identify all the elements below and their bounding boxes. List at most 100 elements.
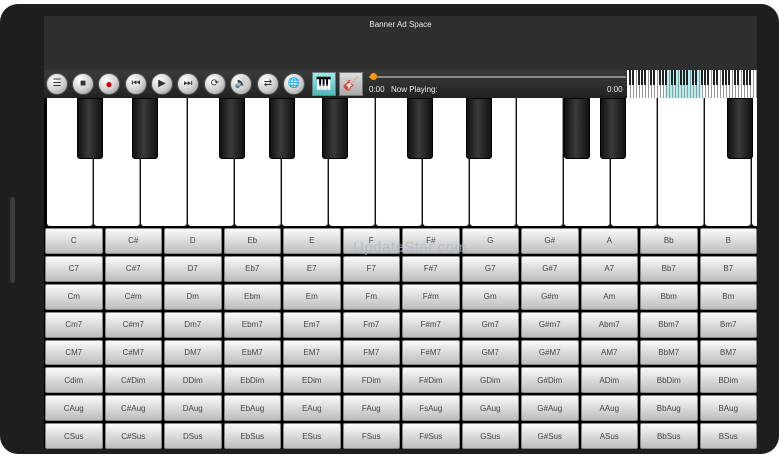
- chord-button[interactable]: G#Sus: [521, 423, 579, 449]
- chord-button[interactable]: A7: [580, 255, 638, 282]
- chord-button[interactable]: Fm7: [342, 311, 400, 338]
- chord-button[interactable]: B: [699, 228, 757, 254]
- chord-button[interactable]: DDim: [164, 367, 222, 394]
- progress-knob[interactable]: [370, 73, 377, 80]
- chord-button[interactable]: FSus: [342, 423, 400, 449]
- chord-button[interactable]: Bb7: [640, 255, 698, 282]
- chord-button[interactable]: F#Sus: [402, 423, 460, 449]
- menu-button[interactable]: ☰: [46, 73, 68, 95]
- chord-button[interactable]: E7: [283, 255, 341, 282]
- chord-button[interactable]: Dm7: [164, 311, 222, 338]
- chord-button[interactable]: FAug: [342, 395, 400, 422]
- chord-button[interactable]: Cdim: [45, 367, 103, 394]
- chord-button[interactable]: BbSus: [640, 423, 698, 449]
- chord-button[interactable]: AM7: [580, 339, 638, 366]
- chord-button[interactable]: Gm: [461, 283, 519, 310]
- black-key[interactable]: [407, 98, 433, 159]
- chord-button[interactable]: C7: [45, 255, 103, 282]
- chord-button[interactable]: EbM7: [223, 339, 281, 366]
- chord-button[interactable]: G#m7: [521, 311, 579, 338]
- volume-button[interactable]: 🔊: [230, 73, 252, 95]
- white-key[interactable]: [517, 98, 563, 226]
- chord-button[interactable]: E: [283, 228, 341, 254]
- chord-button[interactable]: F7: [342, 255, 400, 282]
- chord-button[interactable]: BSus: [699, 423, 757, 449]
- white-key[interactable]: [658, 98, 704, 226]
- chord-button[interactable]: Cm7: [45, 311, 103, 338]
- chord-button[interactable]: A: [580, 228, 638, 254]
- chord-button[interactable]: G#Aug: [521, 395, 579, 422]
- chord-button[interactable]: D7: [164, 255, 222, 282]
- chord-button[interactable]: EM7: [283, 339, 341, 366]
- chord-button[interactable]: D: [164, 228, 222, 254]
- black-key[interactable]: [727, 98, 753, 159]
- chord-button[interactable]: C#Aug: [104, 395, 162, 422]
- loop-button[interactable]: ⟳: [204, 73, 226, 95]
- chord-button[interactable]: BDim: [699, 367, 757, 394]
- chord-button[interactable]: BbDim: [640, 367, 698, 394]
- black-key[interactable]: [600, 98, 626, 159]
- chord-button[interactable]: CAug: [45, 395, 103, 422]
- black-key[interactable]: [269, 98, 295, 159]
- chord-button[interactable]: C: [45, 228, 103, 254]
- black-key[interactable]: [322, 98, 348, 159]
- chord-button[interactable]: Eb7: [223, 255, 281, 282]
- chord-button[interactable]: ASus: [580, 423, 638, 449]
- chord-button[interactable]: C#M7: [104, 339, 162, 366]
- chord-button[interactable]: Ebm7: [223, 311, 281, 338]
- chord-button[interactable]: Dm: [164, 283, 222, 310]
- chord-button[interactable]: CSus: [45, 423, 103, 449]
- chord-button[interactable]: BM7: [699, 339, 757, 366]
- chord-button[interactable]: GAug: [461, 395, 519, 422]
- chord-button[interactable]: F#M7: [402, 339, 460, 366]
- chord-button[interactable]: DSus: [164, 423, 222, 449]
- chord-button[interactable]: BbAug: [640, 395, 698, 422]
- chord-button[interactable]: EAug: [283, 395, 341, 422]
- chord-button[interactable]: Bm7: [699, 311, 757, 338]
- chord-button[interactable]: F#m7: [402, 311, 460, 338]
- chord-button[interactable]: C#Sus: [104, 423, 162, 449]
- rewind-button[interactable]: ⏮: [125, 73, 147, 95]
- chord-button[interactable]: GDim: [461, 367, 519, 394]
- chord-button[interactable]: Ebm: [223, 283, 281, 310]
- black-key[interactable]: [219, 98, 245, 159]
- tracks-button[interactable]: ⇄: [257, 73, 279, 95]
- black-key[interactable]: [466, 98, 492, 159]
- chord-button[interactable]: F#Dim: [402, 367, 460, 394]
- chord-button[interactable]: BbM7: [640, 339, 698, 366]
- chord-button[interactable]: EbDim: [223, 367, 281, 394]
- chord-button[interactable]: BAug: [699, 395, 757, 422]
- chord-button[interactable]: G#: [521, 228, 579, 254]
- chord-button[interactable]: G7: [461, 255, 519, 282]
- stop-button[interactable]: ■: [72, 73, 94, 95]
- chord-button[interactable]: GM7: [461, 339, 519, 366]
- chord-button[interactable]: F#m: [402, 283, 460, 310]
- chord-button[interactable]: F#: [402, 228, 460, 254]
- chord-button[interactable]: Em7: [283, 311, 341, 338]
- chord-button[interactable]: G#Dim: [521, 367, 579, 394]
- chord-button[interactable]: FM7: [342, 339, 400, 366]
- chord-button[interactable]: Cm: [45, 283, 103, 310]
- chord-button[interactable]: FsAug: [402, 395, 460, 422]
- chord-button[interactable]: FDim: [342, 367, 400, 394]
- black-key[interactable]: [132, 98, 158, 159]
- chord-button[interactable]: Bbm: [640, 283, 698, 310]
- chord-button[interactable]: CM7: [45, 339, 103, 366]
- chord-button[interactable]: DM7: [164, 339, 222, 366]
- chord-button[interactable]: C#m: [104, 283, 162, 310]
- chord-button[interactable]: ADim: [580, 367, 638, 394]
- chord-button[interactable]: Eb: [223, 228, 281, 254]
- chord-button[interactable]: Em: [283, 283, 341, 310]
- piano-instrument-button[interactable]: 🎹: [312, 72, 336, 96]
- chord-button[interactable]: C#m7: [104, 311, 162, 338]
- chord-button[interactable]: Fm: [342, 283, 400, 310]
- chord-button[interactable]: C#: [104, 228, 162, 254]
- chord-button[interactable]: GSus: [461, 423, 519, 449]
- chord-button[interactable]: B7: [699, 255, 757, 282]
- chord-button[interactable]: Abm7: [580, 311, 638, 338]
- chord-button[interactable]: Gm7: [461, 311, 519, 338]
- forward-button[interactable]: ⏭: [177, 73, 199, 95]
- chord-button[interactable]: C#7: [104, 255, 162, 282]
- chord-button[interactable]: DAug: [164, 395, 222, 422]
- banner-ad[interactable]: Banner Ad Space: [44, 16, 757, 70]
